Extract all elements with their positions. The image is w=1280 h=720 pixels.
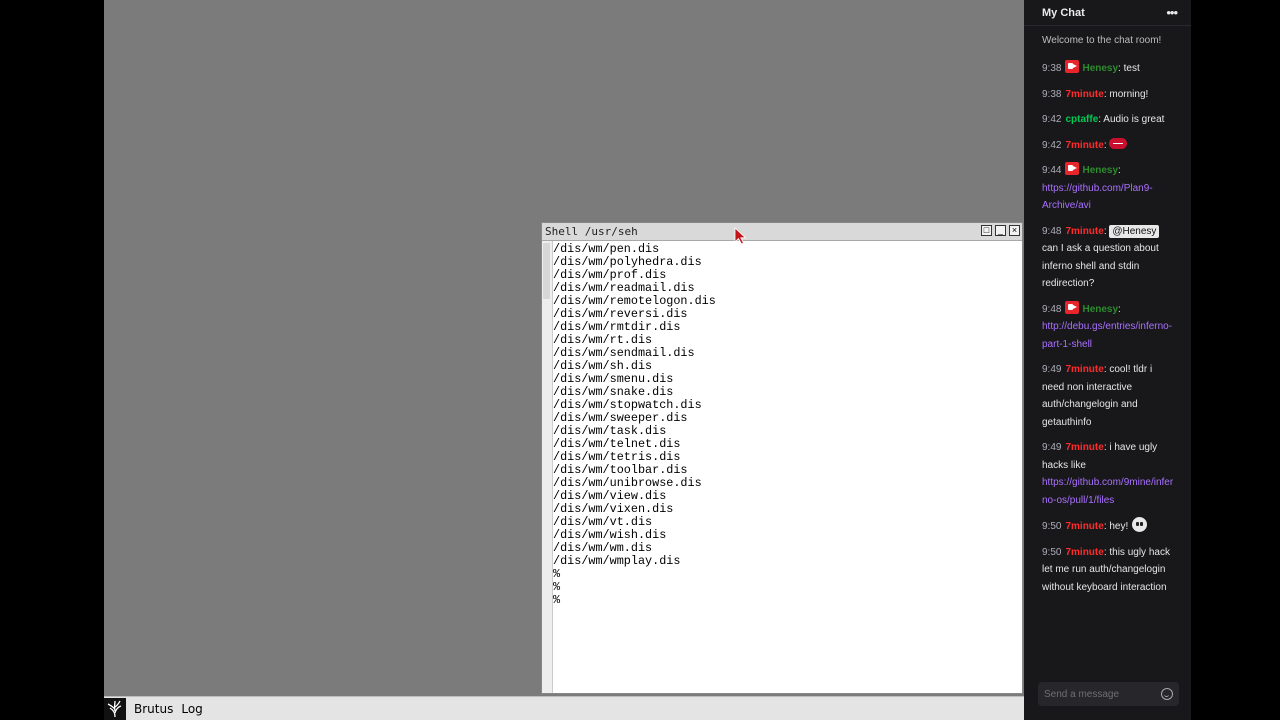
taskbar-item-log[interactable]: Log [177,702,206,716]
message-link[interactable]: http://debu.gs/entries/inferno-part-1-sh… [1042,321,1172,350]
chat-message-input[interactable] [1044,688,1144,700]
message-link[interactable]: https://github.com/9mine/inferno-os/pull… [1042,477,1173,506]
message-time: 9:42 [1042,114,1062,125]
chat-message: 9:48 7minute: @Henesy can I ask a questio… [1042,224,1160,289]
maximize-button[interactable]: □ [981,225,992,236]
shell-output[interactable]: /dis/wm/pen.dis/dis/wm/polyhedra.dis/dis… [553,243,716,607]
emoji-picker-icon[interactable] [1161,688,1173,700]
shell-titlebar[interactable]: Shell /usr/seh □ _ × [542,223,1022,241]
message-time: 9:49 [1042,364,1062,375]
message-user[interactable]: 7minute [1065,140,1103,151]
more-options-icon[interactable]: ••• [1166,5,1178,20]
shell-output-line: /dis/wm/wmplay.dis [553,554,681,568]
message-time: 9:49 [1042,442,1062,453]
scrollbar-thumb[interactable] [543,243,550,299]
message-text: test [1123,63,1140,74]
taskbar-item-brutus[interactable]: Brutus [130,702,177,716]
chat-message: 9:42 7minute: [1042,137,1175,155]
message-time: 9:38 [1042,88,1062,100]
shell-title: Shell /usr/seh [545,225,638,238]
message-user[interactable]: 7minute [1065,89,1103,100]
message-user[interactable]: 7minute [1065,364,1103,375]
taskbar: Brutus Log [104,696,1024,720]
chat-panel: My Chat ••• Welcome to the chat room! 9:… [1024,0,1191,720]
camera-icon [1065,300,1080,314]
message-text: can I ask a question about inferno shell… [1042,243,1159,289]
mouse-cursor-icon [734,227,747,245]
message-user[interactable]: Henesy [1082,63,1118,74]
face-emote-icon [1132,517,1148,532]
message-user[interactable]: Henesy [1082,165,1118,176]
chat-message: 9:49 7minute: cool! tldr i need non inter… [1042,364,1153,428]
chat-title: My Chat [1042,6,1085,19]
message-mention[interactable]: @Henesy [1109,224,1160,238]
message-link[interactable]: https://github.com/Plan9-Archive/avi [1042,183,1153,212]
message-user[interactable]: 7minute [1065,226,1103,237]
message-time: 9:44 [1042,165,1062,176]
message-time: 9:48 [1042,303,1062,315]
chat-message: 9:38 Henesy: test [1042,60,1175,78]
chat-message: 9:50 7minute: hey! [1042,517,1175,536]
shell-output-line: % [553,593,561,607]
message-text: hey! [1109,521,1129,532]
shell-window[interactable]: Shell /usr/seh □ _ × /dis/wm/pen.dis/dis… [541,222,1023,694]
chat-message: 9:50 7minute: this ugly hack let me run a… [1042,546,1170,593]
camera-icon [1065,60,1080,73]
camera-icon [1065,162,1080,175]
shell-output-line: % [553,567,561,581]
message-time: 9:38 [1042,63,1062,74]
chat-message: 9:48 Henesy: http://debu.gs/entries/infer… [1042,300,1175,354]
message-text: Audio is great [1103,114,1165,125]
shell-output-line: % [553,580,561,594]
message-time: 9:50 [1042,521,1062,532]
lips-emote-icon [1109,137,1128,149]
chat-message: 9:38 7minute: morning! [1042,88,1149,100]
message-time: 9:50 [1042,546,1062,558]
chat-messages[interactable]: Welcome to the chat room! 9:38 Henesy: te… [1024,26,1191,596]
inferno-logo-button[interactable] [104,697,126,720]
message-user[interactable]: 7minute [1065,442,1103,453]
shell-body[interactable]: /dis/wm/pen.dis/dis/wm/polyhedra.dis/dis… [542,241,1022,693]
message-user[interactable]: Henesy [1082,304,1118,315]
message-text: this ugly hack let me run auth/changelog… [1042,546,1170,593]
message-text: morning! [1109,88,1149,100]
chat-input-box[interactable] [1038,682,1179,706]
shell-scrollbar[interactable] [542,241,553,693]
minimize-button[interactable]: _ [995,225,1006,236]
message-time: 9:42 [1042,139,1062,151]
chat-message: 9:49 7minute: i have ugly hacks like http… [1042,442,1174,506]
chat-message: 9:42 cptaffe: Audio is great [1042,114,1165,125]
message-user[interactable]: 7minute [1065,521,1103,532]
message-user[interactable]: cptaffe [1065,114,1098,125]
welcome-message: Welcome to the chat room! [1042,35,1162,46]
chat-message: 9:44 Henesy: https://github.com/Plan9-Arc… [1042,162,1175,215]
inferno-logo-icon [107,700,122,717]
message-user[interactable]: 7minute [1065,547,1103,558]
message-time: 9:48 [1042,225,1062,237]
chat-header: My Chat ••• [1024,0,1191,26]
close-button[interactable]: × [1009,225,1020,236]
